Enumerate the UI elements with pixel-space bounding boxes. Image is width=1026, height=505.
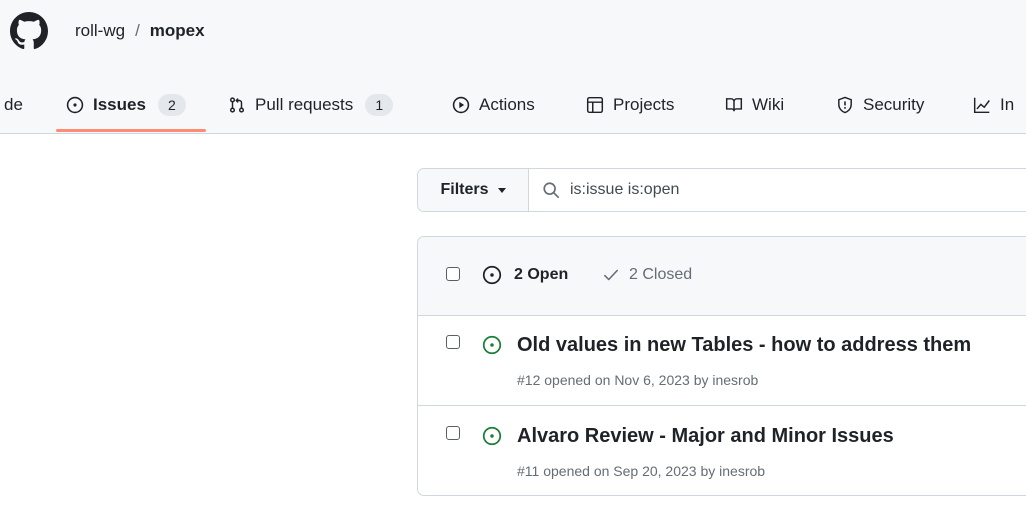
graph-icon bbox=[973, 97, 990, 114]
caret-down-icon bbox=[497, 187, 506, 193]
tab-security[interactable]: Security bbox=[836, 90, 924, 120]
issues-list: 2 Open 2 Closed Old values in new Tables… bbox=[417, 236, 1026, 496]
open-issues-toggle[interactable]: 2 Open bbox=[482, 265, 568, 285]
tab-wiki[interactable]: Wiki bbox=[725, 90, 784, 120]
tab-projects[interactable]: Projects bbox=[586, 90, 674, 120]
tab-pull-requests-label: Pull requests bbox=[255, 95, 354, 114]
check-icon bbox=[604, 269, 618, 281]
issue-meta: #12 opened on Nov 6, 2023 by inesrob bbox=[517, 372, 759, 388]
tab-issues-label: Issues bbox=[93, 95, 146, 114]
issue-search-input[interactable] bbox=[570, 177, 1026, 203]
repo-name-link[interactable]: mopex bbox=[150, 21, 205, 41]
repo-header: roll-wg / mopex de Issues 2 Pull request… bbox=[0, 0, 1026, 134]
tab-insights-label: In bbox=[1000, 95, 1015, 114]
tab-actions-label: Actions bbox=[479, 95, 535, 114]
play-icon bbox=[452, 96, 470, 114]
select-all-checkbox[interactable] bbox=[446, 267, 460, 281]
issue-opened-icon bbox=[66, 96, 84, 114]
git-pull-request-icon bbox=[229, 97, 245, 113]
tab-code[interactable]: de bbox=[4, 90, 23, 120]
issue-title-link[interactable]: Alvaro Review - Major and Minor Issues bbox=[517, 425, 894, 448]
tab-security-label: Security bbox=[863, 95, 925, 114]
issue-open-icon bbox=[482, 426, 502, 446]
breadcrumb-separator: / bbox=[135, 21, 140, 40]
issue-row: Alvaro Review - Major and Minor Issues #… bbox=[418, 406, 1026, 495]
closed-issues-toggle[interactable]: 2 Closed bbox=[602, 266, 692, 284]
issue-meta: #11 opened on Sep 20, 2023 by inesrob bbox=[517, 463, 766, 479]
search-icon bbox=[543, 182, 560, 199]
tab-code-label: de bbox=[4, 95, 23, 114]
repo-owner-link[interactable]: roll-wg bbox=[75, 21, 125, 41]
tab-insights[interactable]: In bbox=[973, 90, 1014, 120]
tab-pull-requests[interactable]: Pull requests 1 bbox=[228, 90, 394, 120]
breadcrumb: roll-wg / mopex bbox=[75, 21, 205, 41]
issue-checkbox[interactable] bbox=[446, 335, 460, 349]
github-logo-icon[interactable] bbox=[10, 12, 48, 50]
closed-count-label: 2 Closed bbox=[629, 266, 693, 283]
issues-count-badge: 2 bbox=[157, 94, 186, 116]
issue-open-icon bbox=[482, 335, 502, 355]
issue-title-link[interactable]: Old values in new Tables - how to addres… bbox=[517, 334, 971, 357]
tab-projects-label: Projects bbox=[613, 95, 675, 114]
repo-nav-tabs: de Issues 2 Pull requests 1 Actions Proj… bbox=[0, 80, 1026, 133]
issues-list-header: 2 Open 2 Closed bbox=[418, 237, 1026, 316]
open-count-label: 2 Open bbox=[514, 266, 569, 283]
table-icon bbox=[586, 96, 604, 114]
filters-button[interactable]: Filters bbox=[418, 169, 529, 211]
tab-wiki-label: Wiki bbox=[752, 95, 785, 114]
pull-requests-count-badge: 1 bbox=[365, 94, 394, 116]
tab-actions[interactable]: Actions bbox=[452, 90, 535, 120]
issue-row: Old values in new Tables - how to addres… bbox=[418, 315, 1026, 406]
tab-issues[interactable]: Issues 2 bbox=[66, 90, 186, 120]
issue-checkbox[interactable] bbox=[446, 426, 460, 440]
issue-filter-bar: Filters bbox=[417, 168, 1026, 212]
filters-button-label: Filters bbox=[440, 181, 489, 198]
selected-tab-underline bbox=[56, 129, 206, 132]
issue-opened-icon bbox=[482, 265, 502, 285]
book-icon bbox=[725, 98, 743, 112]
shield-icon bbox=[838, 96, 852, 114]
